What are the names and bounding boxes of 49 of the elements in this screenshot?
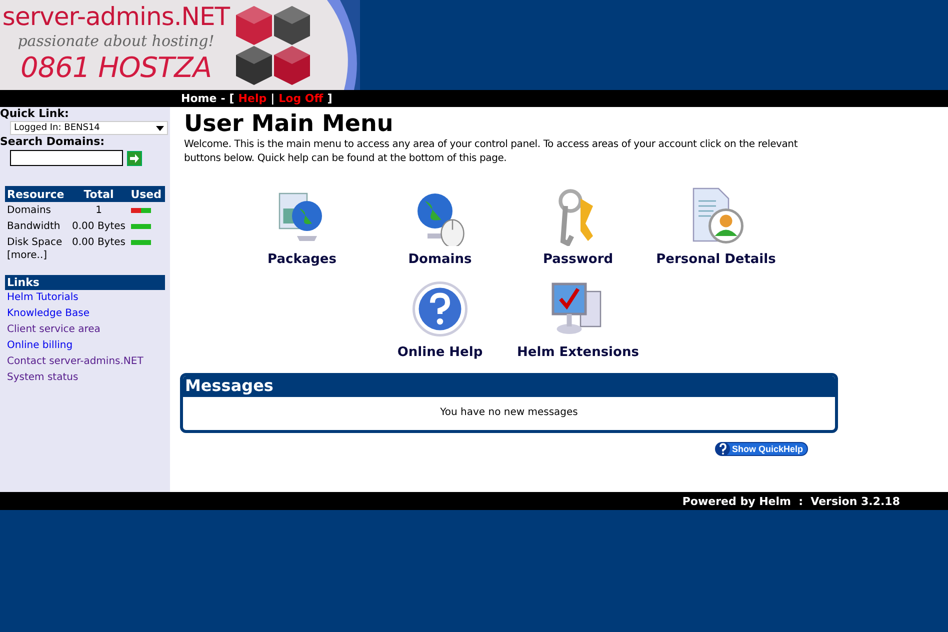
table-cell: Domains: [5, 202, 69, 218]
help-icon: [716, 442, 730, 456]
quickhelp-button[interactable]: Show QuickHelp: [714, 442, 808, 456]
sidebar-link[interactable]: Helm Tutorials: [7, 290, 170, 306]
nav-separator: -: [220, 92, 226, 105]
table-cell-text: Bandwidth: [6, 220, 62, 234]
sidebar-link[interactable]: Online billing: [7, 338, 170, 354]
menu-button[interactable]: Domains: [371, 186, 509, 267]
column-header: Used: [128, 186, 165, 202]
nav-link[interactable]: Help: [238, 92, 267, 105]
message-text: You have no new messages: [439, 406, 579, 420]
page-title: User Main Menu: [184, 111, 394, 137]
more-link[interactable]: [more..]: [7, 250, 170, 261]
version-text: Powered by Helm : Version 3.2.18: [682, 494, 900, 508]
menu-button[interactable]: Online Help: [371, 279, 509, 360]
column-header: Resource: [5, 186, 69, 202]
search-field[interactable]: [10, 150, 123, 166]
column-header: Total: [68, 186, 129, 202]
sidebar-link[interactable]: Knowledge Base: [7, 306, 170, 322]
go-button[interactable]: [127, 150, 142, 166]
caret-icon: [156, 126, 164, 130]
menu-button[interactable]: Packages: [233, 186, 371, 267]
arrow-icon: [129, 152, 140, 164]
table-cell-text: Disk Space: [6, 236, 64, 250]
nav-link[interactable]: Home: [181, 92, 217, 105]
cubes-icon: [236, 6, 310, 85]
menu-button[interactable]: Password: [509, 186, 647, 267]
brand-name: server-admins.NET: [2, 2, 230, 32]
sidebar-link[interactable]: System status: [7, 370, 170, 386]
sidebar-link[interactable]: Client service area: [7, 322, 170, 338]
tagline: passionate about hosting!: [18, 32, 214, 50]
intro-text: Welcome. This is the main menu to access any area of your control panel. To access areas of your account click on the relevant buttons below. Quick help can be found at the bottom of this page.: [184, 138, 799, 166]
table-cell-text: 0.00 Bytes: [71, 220, 127, 234]
sidebar-link[interactable]: Contact server-admins.NET: [7, 354, 170, 370]
nav-separator: [: [229, 92, 234, 105]
quick-link-label: Quick Link:: [0, 107, 70, 120]
links-header: Links: [5, 275, 165, 290]
help-icon: [410, 279, 470, 339]
table-cell: 1: [68, 202, 129, 218]
panel-title: Messages: [183, 376, 835, 397]
nav-separator: ]: [327, 92, 332, 105]
menu-button[interactable]: Helm Extensions: [509, 279, 647, 360]
quick-link-dropdown[interactable]: Logged In: BENS14: [10, 121, 168, 135]
nav-link[interactable]: Log Off: [278, 92, 324, 105]
nav-separator: |: [270, 92, 275, 105]
phone-number: 0861 HOSTZA: [20, 50, 212, 86]
menu-button[interactable]: Personal Details: [647, 186, 785, 267]
search-label: Search Domains:: [0, 135, 106, 148]
table-cell-text: 0.00 Bytes: [71, 236, 127, 250]
